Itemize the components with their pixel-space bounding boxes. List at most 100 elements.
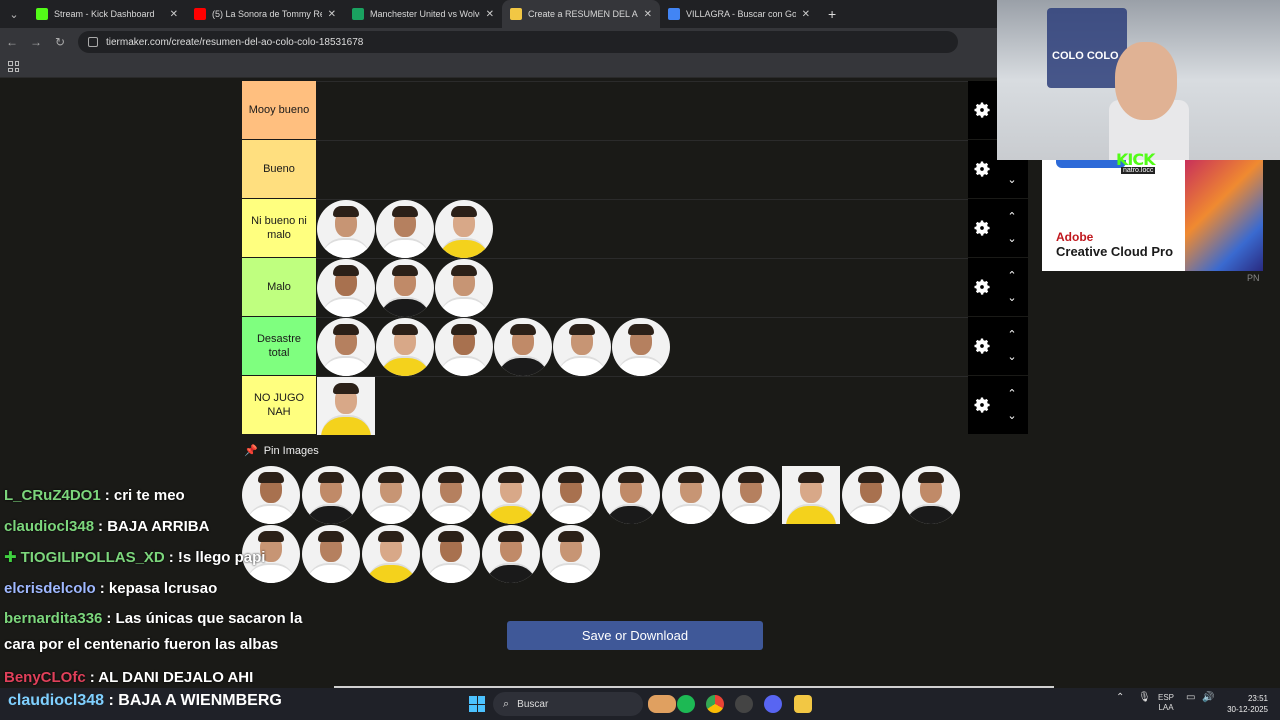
spotify-icon[interactable] [677, 695, 695, 713]
chevron-down-icon[interactable]: ⌄ [1007, 405, 1016, 427]
player-avatar[interactable] [842, 466, 900, 524]
chevron-down-icon[interactable]: ⌄ [1007, 346, 1016, 368]
player-avatar[interactable] [782, 466, 840, 524]
tier-row: Desastre total ⌃ ⌄ [242, 317, 1028, 376]
tier-items[interactable] [316, 376, 968, 435]
tier-items[interactable] [316, 317, 968, 376]
browser-tab[interactable]: Stream - Kick Dashboard ✕ [28, 0, 186, 28]
system-clock[interactable]: 23:51 30-12-2025 [1220, 693, 1268, 715]
microphone-icon[interactable]: 🎙 [1138, 693, 1151, 703]
tier-move-arrows: ⌃⌄ [996, 265, 1028, 309]
player-avatar[interactable] [376, 317, 434, 376]
hair [738, 472, 764, 483]
player-avatar[interactable] [662, 466, 720, 524]
player-avatar[interactable] [612, 317, 670, 376]
adobe-ad[interactable]: Adobe Creative Cloud Pro [1042, 160, 1263, 271]
close-tab-icon[interactable]: ✕ [802, 9, 810, 20]
player-avatar[interactable] [494, 317, 552, 376]
chevron-down-icon[interactable]: ⌄ [1007, 287, 1016, 309]
player-avatar[interactable] [602, 466, 660, 524]
player-avatar[interactable] [317, 376, 375, 435]
volume-icon[interactable]: 🔊 [1202, 693, 1214, 703]
file-explorer-icon[interactable] [794, 695, 812, 713]
browser-tab[interactable]: Manchester United vs Wolverha ✕ [344, 0, 502, 28]
browser-tab[interactable]: Create a RESUMEN DEL AÑO C ✕ [502, 0, 660, 28]
new-tab-button[interactable]: + [818, 0, 846, 28]
player-avatar[interactable] [435, 199, 493, 258]
tier-label[interactable]: Malo [242, 258, 316, 316]
chevron-up-icon[interactable]: ⌃ [1007, 383, 1016, 405]
tier-label[interactable]: Desastre total [242, 317, 316, 375]
chevron-up-icon[interactable]: ⌃ [1007, 324, 1016, 346]
player-avatar[interactable] [362, 525, 420, 583]
browser-tab[interactable]: (5) La Sonora de Tommy Rey - L ✕ [186, 0, 344, 28]
tier-items[interactable] [316, 258, 968, 317]
player-avatar[interactable] [376, 199, 434, 258]
player-avatar[interactable] [722, 466, 780, 524]
taskbar-search[interactable]: ⌕ Buscar [493, 692, 643, 716]
close-tab-icon[interactable]: ✕ [486, 9, 494, 20]
player-avatar[interactable] [422, 525, 480, 583]
tray-chevron-icon[interactable]: ⌃ [1116, 693, 1124, 703]
tier-label[interactable]: Bueno [242, 140, 316, 198]
hair [451, 264, 477, 276]
chevron-down-icon[interactable]: ⌄ [1007, 228, 1016, 250]
apps-grid-icon[interactable] [8, 61, 19, 72]
close-tab-icon[interactable]: ✕ [170, 9, 178, 20]
forward-button[interactable]: → [24, 35, 48, 49]
player-avatar[interactable] [482, 466, 540, 524]
site-info-icon[interactable] [88, 37, 98, 47]
tier-items[interactable] [316, 199, 968, 258]
chevron-up-icon[interactable]: ⌃ [1007, 265, 1016, 287]
player-avatar[interactable] [553, 317, 611, 376]
gear-icon[interactable] [968, 218, 996, 238]
url-bar[interactable]: tiermaker.com/create/resumen-del-ao-colo… [78, 31, 958, 53]
gear-icon[interactable] [968, 277, 996, 297]
player-avatar[interactable] [362, 466, 420, 524]
bottom-chat-user: claudiocl348 [8, 692, 105, 709]
tier-label[interactable]: Mooy bueno [242, 81, 316, 139]
hair [678, 472, 704, 483]
obs-icon[interactable] [735, 695, 753, 713]
network-icon[interactable]: ▭ [1186, 693, 1195, 703]
close-tab-icon[interactable]: ✕ [328, 9, 336, 20]
hair [558, 531, 584, 542]
language-indicator[interactable]: ESP LAA [1158, 693, 1174, 713]
gear-icon[interactable] [968, 100, 996, 120]
gear-icon[interactable] [968, 395, 996, 415]
pin-images-header[interactable]: 📌 Pin Images [244, 444, 319, 458]
gear-icon[interactable] [968, 159, 996, 179]
hair [451, 323, 477, 335]
chevron-down-icon[interactable]: ⌄ [1007, 169, 1016, 191]
jersey [426, 563, 476, 583]
browser-tab[interactable]: VILLAGRA - Buscar con Google ✕ [660, 0, 818, 28]
tier-controls: ⌃⌄ [968, 376, 1028, 434]
player-avatar[interactable] [435, 258, 493, 317]
ad-brand: Adobe [1056, 230, 1094, 244]
player-avatar[interactable] [902, 466, 960, 524]
close-tab-icon[interactable]: ✕ [644, 9, 652, 20]
player-avatar[interactable] [317, 258, 375, 317]
back-button[interactable]: ← [0, 35, 24, 49]
windows-start-icon[interactable] [469, 696, 485, 712]
player-avatar[interactable] [482, 525, 540, 583]
tier-label[interactable]: Ni bueno ni malo [242, 199, 316, 257]
player-avatar[interactable] [422, 466, 480, 524]
reload-button[interactable]: ↻ [48, 35, 72, 49]
player-avatar[interactable] [435, 317, 493, 376]
save-download-button[interactable]: Save or Download [507, 621, 763, 650]
tier-items[interactable] [316, 81, 968, 139]
discord-icon[interactable] [764, 695, 782, 713]
chevron-up-icon[interactable]: ⌃ [1007, 206, 1016, 228]
player-avatar[interactable] [542, 466, 600, 524]
player-avatar[interactable] [317, 199, 375, 258]
chrome-icon[interactable] [706, 695, 724, 713]
chat-username: bernardita336 [4, 610, 103, 627]
tier-label[interactable]: NO JUGO NAH [242, 376, 316, 434]
player-avatar[interactable] [317, 317, 375, 376]
tab-search-button[interactable]: ⌄ [0, 0, 28, 28]
player-avatar[interactable] [376, 258, 434, 317]
gear-icon[interactable] [968, 336, 996, 356]
tier-items[interactable] [316, 140, 968, 198]
player-avatar[interactable] [542, 525, 600, 583]
